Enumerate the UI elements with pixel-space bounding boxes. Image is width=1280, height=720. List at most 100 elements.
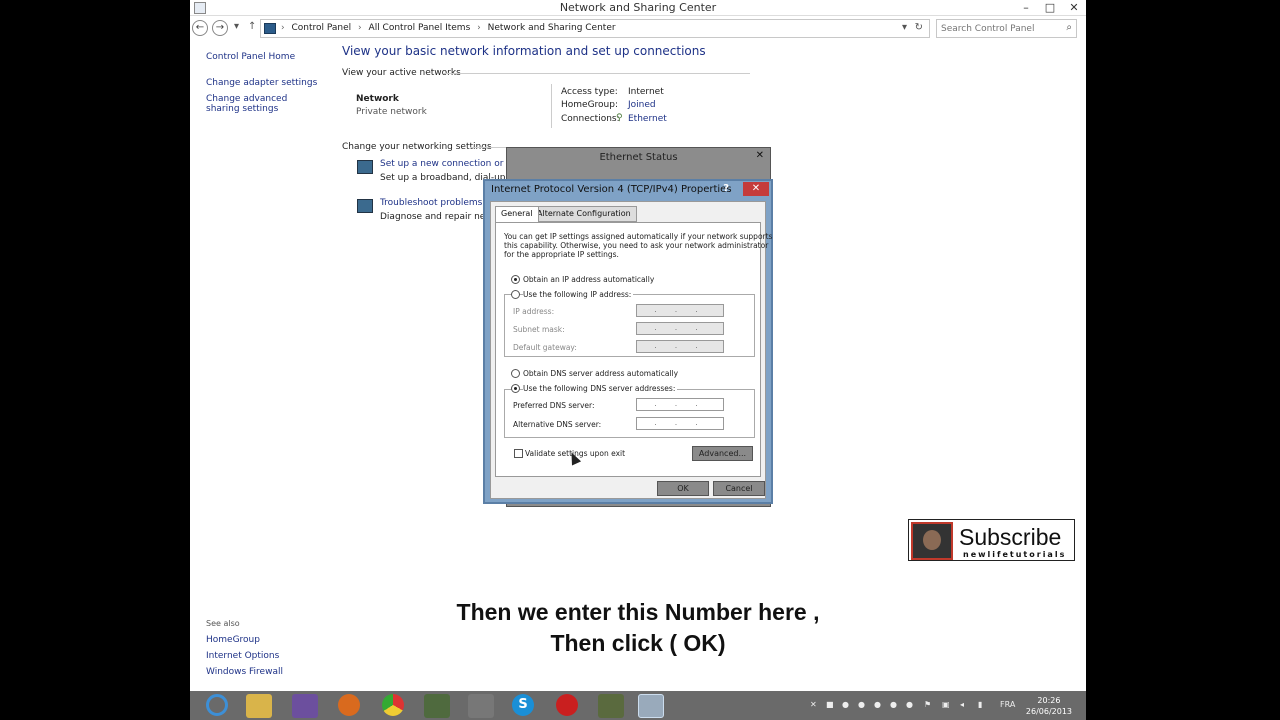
title-bar: Network and Sharing Center – □ ✕ bbox=[190, 0, 1086, 16]
ethernet-link[interactable]: Ethernet bbox=[628, 114, 667, 124]
back-button[interactable]: ← bbox=[192, 20, 208, 36]
obtain-ip-auto-radio[interactable] bbox=[511, 275, 520, 284]
description-line: for the appropriate IP settings. bbox=[504, 250, 619, 259]
dialog-close-button[interactable]: ✕ bbox=[743, 182, 769, 196]
window-title: Network and Sharing Center bbox=[559, 1, 717, 14]
caption-line: Then click ( OK) bbox=[550, 630, 726, 656]
tray-icon[interactable]: ● bbox=[858, 700, 865, 709]
search-icon[interactable]: ⌕ bbox=[1066, 22, 1072, 33]
troubleshoot-link[interactable]: Troubleshoot problems bbox=[380, 198, 482, 208]
access-type-label: Access type: bbox=[561, 87, 618, 97]
validate-checkbox[interactable] bbox=[514, 449, 523, 458]
opera-icon[interactable] bbox=[556, 694, 578, 716]
tray-icon[interactable]: ● bbox=[842, 700, 849, 709]
address-bar[interactable]: › Control Panel › All Control Panel Item… bbox=[260, 19, 930, 38]
file-explorer-icon[interactable] bbox=[246, 694, 272, 718]
taskbar: S ✕ ■ ● ● ● ● ● ⚑ ▣ ◂ ▮ FRA 20:26 26/06/… bbox=[190, 691, 1086, 720]
obtain-ip-auto-label[interactable]: Obtain an IP address automatically bbox=[523, 275, 654, 284]
chrome-icon[interactable] bbox=[382, 694, 404, 716]
troubleshoot-icon bbox=[357, 199, 373, 213]
breadcrumb-item[interactable]: Control Panel bbox=[291, 23, 351, 33]
visual-studio-icon[interactable] bbox=[292, 694, 318, 718]
tab-alternate-configuration[interactable]: Alternate Configuration bbox=[531, 206, 637, 222]
network-tray-icon[interactable]: ▣ bbox=[942, 700, 950, 709]
ip-address-label: IP address: bbox=[513, 307, 555, 316]
network-type[interactable]: Private network bbox=[356, 107, 427, 117]
language-indicator[interactable]: FRA bbox=[1000, 700, 1015, 709]
video-caption: Then we enter this Number here , Then cl… bbox=[190, 597, 1086, 659]
default-gateway-field[interactable]: . . . bbox=[636, 340, 724, 353]
ipv4-properties-dialog: Internet Protocol Version 4 (TCP/IPv4) P… bbox=[483, 179, 773, 504]
use-following-dns-radio[interactable] bbox=[511, 384, 520, 393]
cancel-button[interactable]: Cancel bbox=[713, 481, 765, 496]
clock-time: 20:26 bbox=[1037, 696, 1061, 705]
advanced-button[interactable]: Advanced... bbox=[692, 446, 753, 461]
setup-connection-link[interactable]: Set up a new connection or network bbox=[380, 159, 506, 169]
tray-icon[interactable]: ● bbox=[906, 700, 913, 709]
breadcrumb-item[interactable]: All Control Panel Items bbox=[369, 23, 471, 33]
minimize-button[interactable]: – bbox=[1014, 0, 1038, 16]
connections-label: Connections: bbox=[561, 114, 620, 124]
subscribe-badge[interactable]: Subscribe newlifetutorials bbox=[908, 519, 1075, 561]
subnet-mask-label: Subnet mask: bbox=[513, 325, 565, 334]
tab-general[interactable]: General bbox=[495, 206, 539, 222]
tray-icon[interactable]: ● bbox=[874, 700, 881, 709]
tray-icon[interactable]: ✕ bbox=[810, 700, 817, 709]
tray-icon[interactable]: ● bbox=[890, 700, 897, 709]
clock-date: 26/06/2013 bbox=[1025, 707, 1072, 716]
breadcrumb-item[interactable]: Network and Sharing Center bbox=[488, 23, 616, 33]
volume-icon[interactable]: ◂ bbox=[960, 700, 964, 709]
subnet-mask-field[interactable]: . . . bbox=[636, 322, 724, 335]
avatar bbox=[911, 522, 953, 560]
use-following-dns-label[interactable]: Use the following DNS server addresses: bbox=[523, 384, 678, 393]
divider bbox=[444, 73, 750, 74]
sidebar-item-advanced-sharing[interactable]: Change advanced sharing settings bbox=[206, 94, 316, 114]
page-title: View your basic network information and … bbox=[342, 44, 706, 58]
use-following-ip-label[interactable]: Use the following IP address: bbox=[523, 290, 634, 299]
search-input[interactable] bbox=[941, 22, 1056, 35]
dropdown-arrow-icon[interactable]: ▾ bbox=[902, 22, 907, 33]
tray-icon[interactable]: ■ bbox=[826, 700, 834, 709]
ethernet-icon: ⚲ bbox=[616, 113, 623, 123]
divider bbox=[470, 147, 506, 148]
homegroup-label: HomeGroup: bbox=[561, 100, 619, 110]
app-icon[interactable] bbox=[468, 694, 494, 718]
firefox-icon[interactable] bbox=[338, 694, 360, 716]
desktop-window: Network and Sharing Center – □ ✕ ← → ▾ ↑… bbox=[190, 0, 1086, 720]
ok-button[interactable]: OK bbox=[657, 481, 709, 496]
preferred-dns-field[interactable]: . . . bbox=[636, 398, 724, 411]
homegroup-link[interactable]: Joined bbox=[628, 100, 656, 110]
close-button[interactable]: ✕ bbox=[1062, 0, 1086, 16]
skype-icon[interactable]: S bbox=[512, 694, 534, 716]
use-following-ip-radio[interactable] bbox=[511, 290, 520, 299]
control-panel-folder-icon bbox=[264, 23, 276, 34]
internet-explorer-icon[interactable] bbox=[206, 694, 228, 716]
flag-icon[interactable]: ⚑ bbox=[924, 700, 931, 709]
ethernet-status-close-button[interactable]: ✕ bbox=[756, 150, 764, 161]
help-button[interactable]: ? bbox=[723, 183, 729, 194]
forward-button[interactable]: → bbox=[212, 20, 228, 36]
clock[interactable]: 20:26 26/06/2013 bbox=[1026, 695, 1072, 717]
ethernet-status-title: Ethernet Status bbox=[599, 152, 678, 163]
sidebar-item-adapter-settings[interactable]: Change adapter settings bbox=[206, 78, 317, 88]
alternate-dns-field[interactable]: . . . bbox=[636, 417, 724, 430]
tray-icon[interactable]: ▮ bbox=[978, 700, 982, 709]
description-line: You can get IP settings assigned automat… bbox=[504, 232, 773, 241]
ip-address-field[interactable]: . . . bbox=[636, 304, 724, 317]
up-arrow-icon[interactable]: ↑ bbox=[248, 21, 256, 32]
sidebar-item-control-panel-home[interactable]: Control Panel Home bbox=[206, 52, 295, 62]
maximize-button[interactable]: □ bbox=[1038, 0, 1062, 16]
navigation-bar: ← → ▾ ↑ › Control Panel › All Control Pa… bbox=[190, 17, 1086, 41]
control-panel-icon[interactable] bbox=[638, 694, 664, 718]
refresh-icon[interactable]: ↻ bbox=[915, 22, 923, 33]
app-icon[interactable] bbox=[424, 694, 450, 718]
caption-line: Then we enter this Number here , bbox=[456, 599, 820, 625]
obtain-dns-auto-label[interactable]: Obtain DNS server address automatically bbox=[523, 369, 678, 378]
recent-pages-icon[interactable]: ▾ bbox=[234, 21, 239, 32]
general-panel: You can get IP settings assigned automat… bbox=[495, 222, 772, 477]
network-name: Network bbox=[356, 94, 399, 104]
see-also-windows-firewall[interactable]: Windows Firewall bbox=[206, 667, 283, 677]
app-icon[interactable] bbox=[598, 694, 624, 718]
search-box[interactable]: ⌕ bbox=[936, 19, 1077, 38]
obtain-dns-auto-radio[interactable] bbox=[511, 369, 520, 378]
